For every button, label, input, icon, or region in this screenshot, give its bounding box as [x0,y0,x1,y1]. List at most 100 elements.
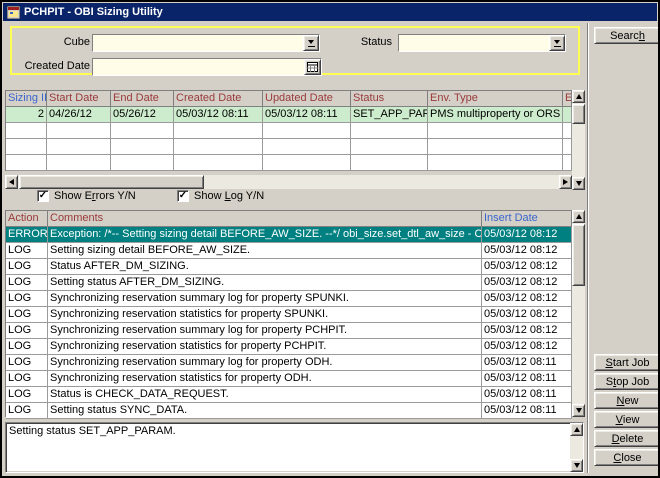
column-header-status[interactable]: Status [351,91,428,107]
checkbox-box[interactable]: ✓ [37,190,49,202]
log-table-row[interactable]: LOG Synchronizing reservation summary lo… [6,355,572,371]
column-header-end-date[interactable]: End Date [111,91,174,107]
checkmark-icon: ✓ [39,191,47,201]
created-date-input[interactable] [93,59,304,75]
cell-insert-date: 05/03/12 08:12 [482,243,572,259]
cell-created-date: 05/03/12 08:11 [174,107,263,123]
column-header-start-date[interactable]: Start Date [47,91,111,107]
scroll-left-button[interactable] [5,175,18,189]
scrollbar-thumb[interactable] [572,104,585,124]
column-header-comments[interactable]: Comments [48,211,482,227]
sizing-table-row-selected[interactable]: 2 04/26/12 05/26/12 05/03/12 08:11 05/03… [6,107,572,123]
created-date-field[interactable] [92,58,322,76]
search-criteria-panel: Cube Status Created Date [10,26,580,75]
sizing-table-empty-row[interactable] [6,123,572,139]
cell-insert-date: 05/03/12 08:12 [482,307,572,323]
checkmark-icon: ✓ [179,191,187,201]
cell-insert-date: 05/03/12 08:12 [482,259,572,275]
cube-combobox[interactable] [92,34,320,52]
column-header-sizing-id[interactable]: Sizing ID [6,91,47,107]
combo-arrow-icon [554,40,561,47]
column-header-env-type[interactable]: Env. Type [428,91,563,107]
scroll-down-button[interactable] [570,459,583,472]
status-combobox[interactable] [398,34,566,52]
scroll-down-button[interactable] [572,404,585,417]
column-header-partial[interactable]: E [563,91,572,107]
filter-checkbox-row: ✓ Show Errors Y/N ✓ Show Log Y/N [2,190,586,205]
arrow-left-icon [9,179,14,185]
cell-insert-date: 05/03/12 08:11 [482,355,572,371]
view-button[interactable]: View [594,411,660,428]
sizing-table-header: Sizing ID Start Date End Date Created Da… [6,91,572,107]
column-header-created-date[interactable]: Created Date [174,91,263,107]
status-message-area[interactable]: Setting status SET_APP_PARAM. [5,422,584,473]
cell-insert-date: 05/03/12 08:12 [482,323,572,339]
log-table-row[interactable]: LOG Setting status SYNC_DATA. 05/03/12 0… [6,403,572,419]
cell-action: LOG [6,291,48,307]
log-table-row[interactable]: LOG Setting sizing detail BEFORE_AW_SIZE… [6,243,572,259]
status-label: Status [334,36,392,48]
arrow-right-icon [563,179,568,185]
cube-dropdown-button[interactable] [303,35,319,51]
log-table-row[interactable]: LOG Synchronizing reservation statistics… [6,339,572,355]
scroll-up-button[interactable] [572,210,585,223]
sizing-table-empty-row[interactable] [6,155,572,171]
sizing-table-horizontal-scrollbar[interactable] [5,175,572,189]
log-table-header: Action Comments Insert Date [6,211,572,227]
show-errors-checkbox[interactable]: ✓ Show Errors Y/N [37,190,136,202]
cell-action: LOG [6,323,48,339]
log-table-row[interactable]: LOG Synchronizing reservation summary lo… [6,323,572,339]
delete-button[interactable]: Delete [594,430,660,447]
column-header-insert-date[interactable]: Insert Date [482,211,572,227]
created-date-calendar-button[interactable] [304,59,321,75]
scroll-right-button[interactable] [559,175,572,189]
cell-comments: Synchronizing reservation summary log fo… [48,291,482,307]
cell-comments: Setting status AFTER_DM_SIZING. [48,275,482,291]
scrollbar-thumb[interactable] [19,175,204,189]
scroll-down-button[interactable] [572,177,585,190]
cell-action: LOG [6,243,48,259]
show-log-checkbox[interactable]: ✓ Show Log Y/N [177,190,264,202]
sizing-table-vertical-scrollbar[interactable] [572,90,585,190]
cell-action: LOG [6,259,48,275]
close-button[interactable]: Close [594,449,660,466]
arrow-down-icon [574,463,580,468]
log-table-vertical-scrollbar[interactable] [572,210,585,417]
status-input[interactable] [399,35,549,51]
cell-start-date: 04/26/12 [47,107,111,123]
log-table-row[interactable]: LOG Status AFTER_DM_SIZING. 05/03/12 08:… [6,259,572,275]
message-vertical-scrollbar[interactable] [570,423,583,472]
arrow-up-icon [576,214,582,219]
scroll-up-button[interactable] [572,90,585,103]
search-button[interactable]: Search [594,27,660,44]
log-table-row[interactable]: LOG Setting status AFTER_DM_SIZING. 05/0… [6,275,572,291]
scroll-up-button[interactable] [570,423,583,436]
obi-sizing-utility-window: PCHPIT - OBI Sizing Utility Cube Status … [0,0,660,478]
log-table-row[interactable]: LOG Status is CHECK_DATA_REQUEST. 05/03/… [6,387,572,403]
cell-comments: Synchronizing reservation summary log fo… [48,355,482,371]
cell-updated-date: 05/03/12 08:11 [263,107,351,123]
column-header-action[interactable]: Action [6,211,48,227]
sizing-table-empty-row[interactable] [6,139,572,155]
cell-comments: Exception: /*-- Setting sizing detail BE… [48,227,482,243]
column-header-updated-date[interactable]: Updated Date [263,91,351,107]
log-table-row[interactable]: LOG Synchronizing reservation summary lo… [6,291,572,307]
cell-action: LOG [6,403,48,419]
new-button[interactable]: New [594,392,660,409]
log-table-row-error[interactable]: ERROR Exception: /*-- Setting sizing det… [6,227,572,243]
start-job-button[interactable]: Start Job [594,354,660,371]
stop-job-button[interactable]: Stop Job [594,373,660,390]
cell-insert-date: 05/03/12 08:12 [482,291,572,307]
cell-comments: Synchronizing reservation summary log fo… [48,323,482,339]
cell-insert-date: 05/03/12 08:12 [482,227,572,243]
checkbox-box[interactable]: ✓ [177,190,189,202]
cell-insert-date: 05/03/12 08:12 [482,275,572,291]
side-panel-divider [587,23,589,473]
log-table-row[interactable]: LOG Synchronizing reservation statistics… [6,307,572,323]
status-dropdown-button[interactable] [549,35,565,51]
cell-comments: Status AFTER_DM_SIZING. [48,259,482,275]
log-table-row[interactable]: LOG Synchronizing reservation statistics… [6,371,572,387]
scrollbar-thumb[interactable] [572,224,585,286]
cube-input[interactable] [93,35,303,51]
cell-end-date: 05/26/12 [111,107,174,123]
